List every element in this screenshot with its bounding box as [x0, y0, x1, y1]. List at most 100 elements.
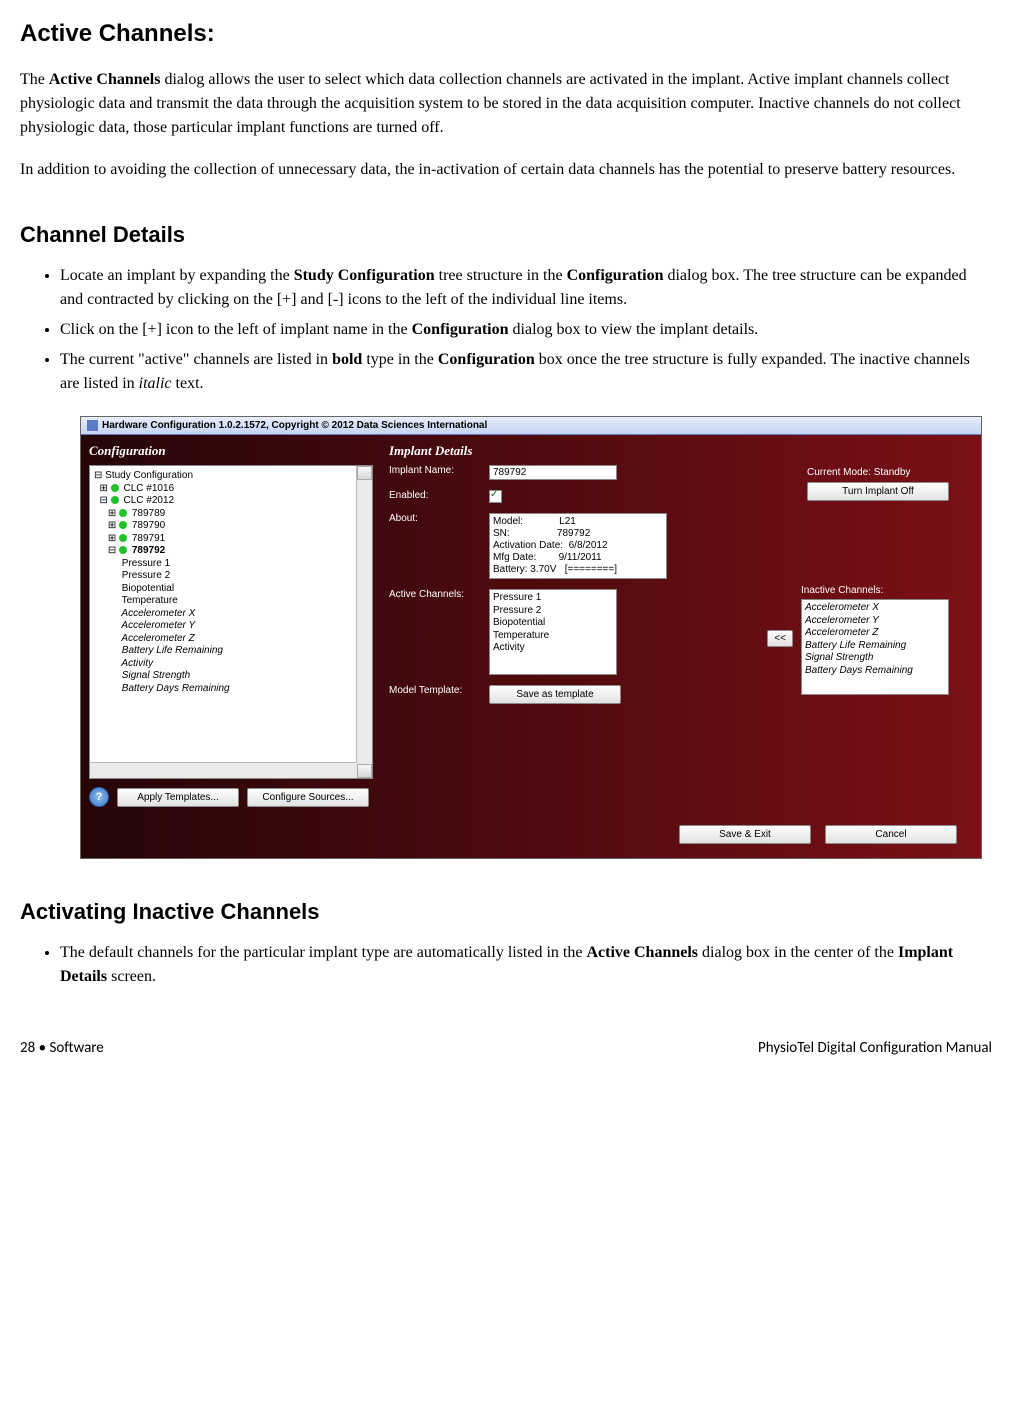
tree-item[interactable]: CLC #2012 [124, 495, 175, 506]
text: dialog allows the user to select which d… [20, 71, 961, 136]
text-bold: Configuration [438, 351, 535, 368]
tree-channel-inactive[interactable]: Accelerometer Z [121, 633, 194, 644]
tree-item[interactable]: 789790 [132, 520, 165, 531]
text: The [20, 71, 49, 88]
about-val: 9/11/2011 [559, 552, 602, 563]
text: tree structure in the [435, 267, 567, 284]
about-key: SN: [493, 528, 510, 539]
help-icon[interactable]: ? [89, 787, 109, 807]
tree-item[interactable]: CLC #1016 [124, 483, 175, 494]
list-item[interactable]: Accelerometer X [805, 602, 945, 615]
tree-channel[interactable]: Biopotential [122, 583, 174, 594]
tree-channel[interactable]: Pressure 1 [122, 558, 170, 569]
configuration-tree[interactable]: ⊟ Study Configuration ⊞ CLC #1016 ⊟ CLC … [89, 465, 373, 779]
list-item[interactable]: Activity [493, 642, 613, 655]
vertical-scrollbar[interactable] [356, 466, 372, 778]
footer-section: Software [46, 1039, 104, 1057]
configuration-panel-label: Configuration [89, 443, 373, 459]
about-key: Activation Date: [493, 540, 563, 551]
save-as-template-button[interactable]: Save as template [489, 685, 621, 704]
window-icon [87, 420, 98, 431]
text-italic: italic [139, 375, 172, 392]
status-dot-icon [119, 534, 127, 542]
tree-item[interactable]: 789789 [132, 508, 165, 519]
implant-details-panel-label: Implant Details [389, 443, 973, 459]
move-channel-left-button[interactable]: << [767, 630, 793, 647]
list-item[interactable]: Biopotential [493, 617, 613, 630]
active-channels-label: Active Channels: [389, 589, 489, 600]
tree-channel-inactive[interactable]: Battery Life Remaining [122, 645, 223, 656]
footer-page-number: 28 [20, 1039, 39, 1057]
text: text. [172, 375, 204, 392]
active-channels-listbox[interactable]: Pressure 1 Pressure 2 Biopotential Tempe… [489, 589, 617, 675]
list-item[interactable]: Battery Life Remaining [805, 640, 945, 653]
tree-channel[interactable]: Pressure 2 [122, 570, 170, 581]
about-val: [========] [565, 564, 617, 575]
about-val: 6/8/2012 [569, 540, 608, 551]
horizontal-scrollbar[interactable] [90, 762, 357, 778]
text: type in the [362, 351, 438, 368]
footer-bullet: • [39, 1039, 46, 1057]
list-item: Click on the [+] icon to the left of imp… [60, 318, 992, 342]
about-key: Battery: 3.70V [493, 564, 556, 575]
list-item[interactable]: Battery Days Remaining [805, 665, 945, 678]
about-key: Model: [493, 516, 523, 527]
tree-channel-inactive[interactable]: Accelerometer X [121, 608, 195, 619]
model-template-label: Model Template: [389, 685, 489, 696]
hardware-config-screenshot: Hardware Configuration 1.0.2.1572, Copyr… [80, 416, 982, 859]
paragraph-2: In addition to avoiding the collection o… [20, 158, 992, 182]
configure-sources-button[interactable]: Configure Sources... [247, 788, 369, 807]
list-item[interactable]: Signal Strength [805, 652, 945, 665]
list-item: The current "active" channels are listed… [60, 348, 992, 396]
inactive-channels-label: Inactive Channels: [801, 585, 949, 596]
about-val: 789792 [557, 528, 590, 539]
tree-channel-inactive[interactable]: Signal Strength [122, 670, 190, 681]
implant-name-input[interactable]: 789792 [489, 465, 617, 480]
save-and-exit-button[interactable]: Save & Exit [679, 825, 811, 844]
tree-channel-inactive[interactable]: Accelerometer Y [121, 620, 195, 631]
turn-implant-off-button[interactable]: Turn Implant Off [807, 482, 949, 501]
inactive-channels-listbox[interactable]: Accelerometer X Accelerometer Y Accelero… [801, 599, 949, 695]
status-dot-icon [119, 509, 127, 517]
about-val: L21 [559, 516, 576, 527]
heading-channel-details: Channel Details [20, 222, 992, 248]
tree-channel-inactive[interactable]: Battery Days Remaining [122, 683, 230, 694]
text-bold: Configuration [412, 321, 509, 338]
status-dot-icon [119, 546, 127, 554]
footer-manual-title: PhysioTel Digital Configuration Manual [758, 1039, 992, 1057]
text: screen. [107, 968, 156, 985]
window-title: Hardware Configuration 1.0.2.1572, Copyr… [102, 420, 487, 431]
text: Click on the [+] icon to the left of imp… [60, 321, 412, 338]
tree-item[interactable]: 789791 [132, 533, 165, 544]
paragraph-1: The Active Channels dialog allows the us… [20, 68, 992, 140]
tree-channel-inactive[interactable]: Activity [121, 658, 153, 669]
enabled-checkbox[interactable] [489, 490, 502, 503]
text-bold: Active Channels [586, 944, 698, 961]
tree-item[interactable]: Study Configuration [105, 470, 193, 481]
window-titlebar[interactable]: Hardware Configuration 1.0.2.1572, Copyr… [81, 417, 981, 435]
text-bold: Active Channels [49, 71, 161, 88]
list-item[interactable]: Temperature [493, 630, 613, 643]
about-key: Mfg Date: [493, 552, 536, 563]
implant-name-label: Implant Name: [389, 465, 489, 476]
list-item[interactable]: Accelerometer Y [805, 615, 945, 628]
apply-templates-button[interactable]: Apply Templates... [117, 788, 239, 807]
cancel-button[interactable]: Cancel [825, 825, 957, 844]
status-dot-icon [111, 484, 119, 492]
list-item[interactable]: Pressure 1 [493, 592, 613, 605]
list-item[interactable]: Accelerometer Z [805, 627, 945, 640]
tree-channel[interactable]: Temperature [122, 595, 178, 606]
text-bold: bold [332, 351, 362, 368]
list-item[interactable]: Pressure 2 [493, 605, 613, 618]
text: dialog box in the center of the [698, 944, 898, 961]
heading-active-channels: Active Channels: [20, 20, 992, 48]
tree-item-selected[interactable]: 789792 [132, 545, 165, 556]
text-bold: Configuration [567, 267, 664, 284]
about-box: Model: L21 SN: 789792 Activation Date: 6… [489, 513, 667, 579]
status-dot-icon [111, 496, 119, 504]
text-bold: Study Configuration [294, 267, 435, 284]
bullet-list-2: The default channels for the particular … [60, 941, 992, 989]
about-label: About: [389, 513, 489, 524]
page-footer: 28 • Software PhysioTel Digital Configur… [20, 1039, 992, 1057]
text: Locate an implant by expanding the [60, 267, 294, 284]
